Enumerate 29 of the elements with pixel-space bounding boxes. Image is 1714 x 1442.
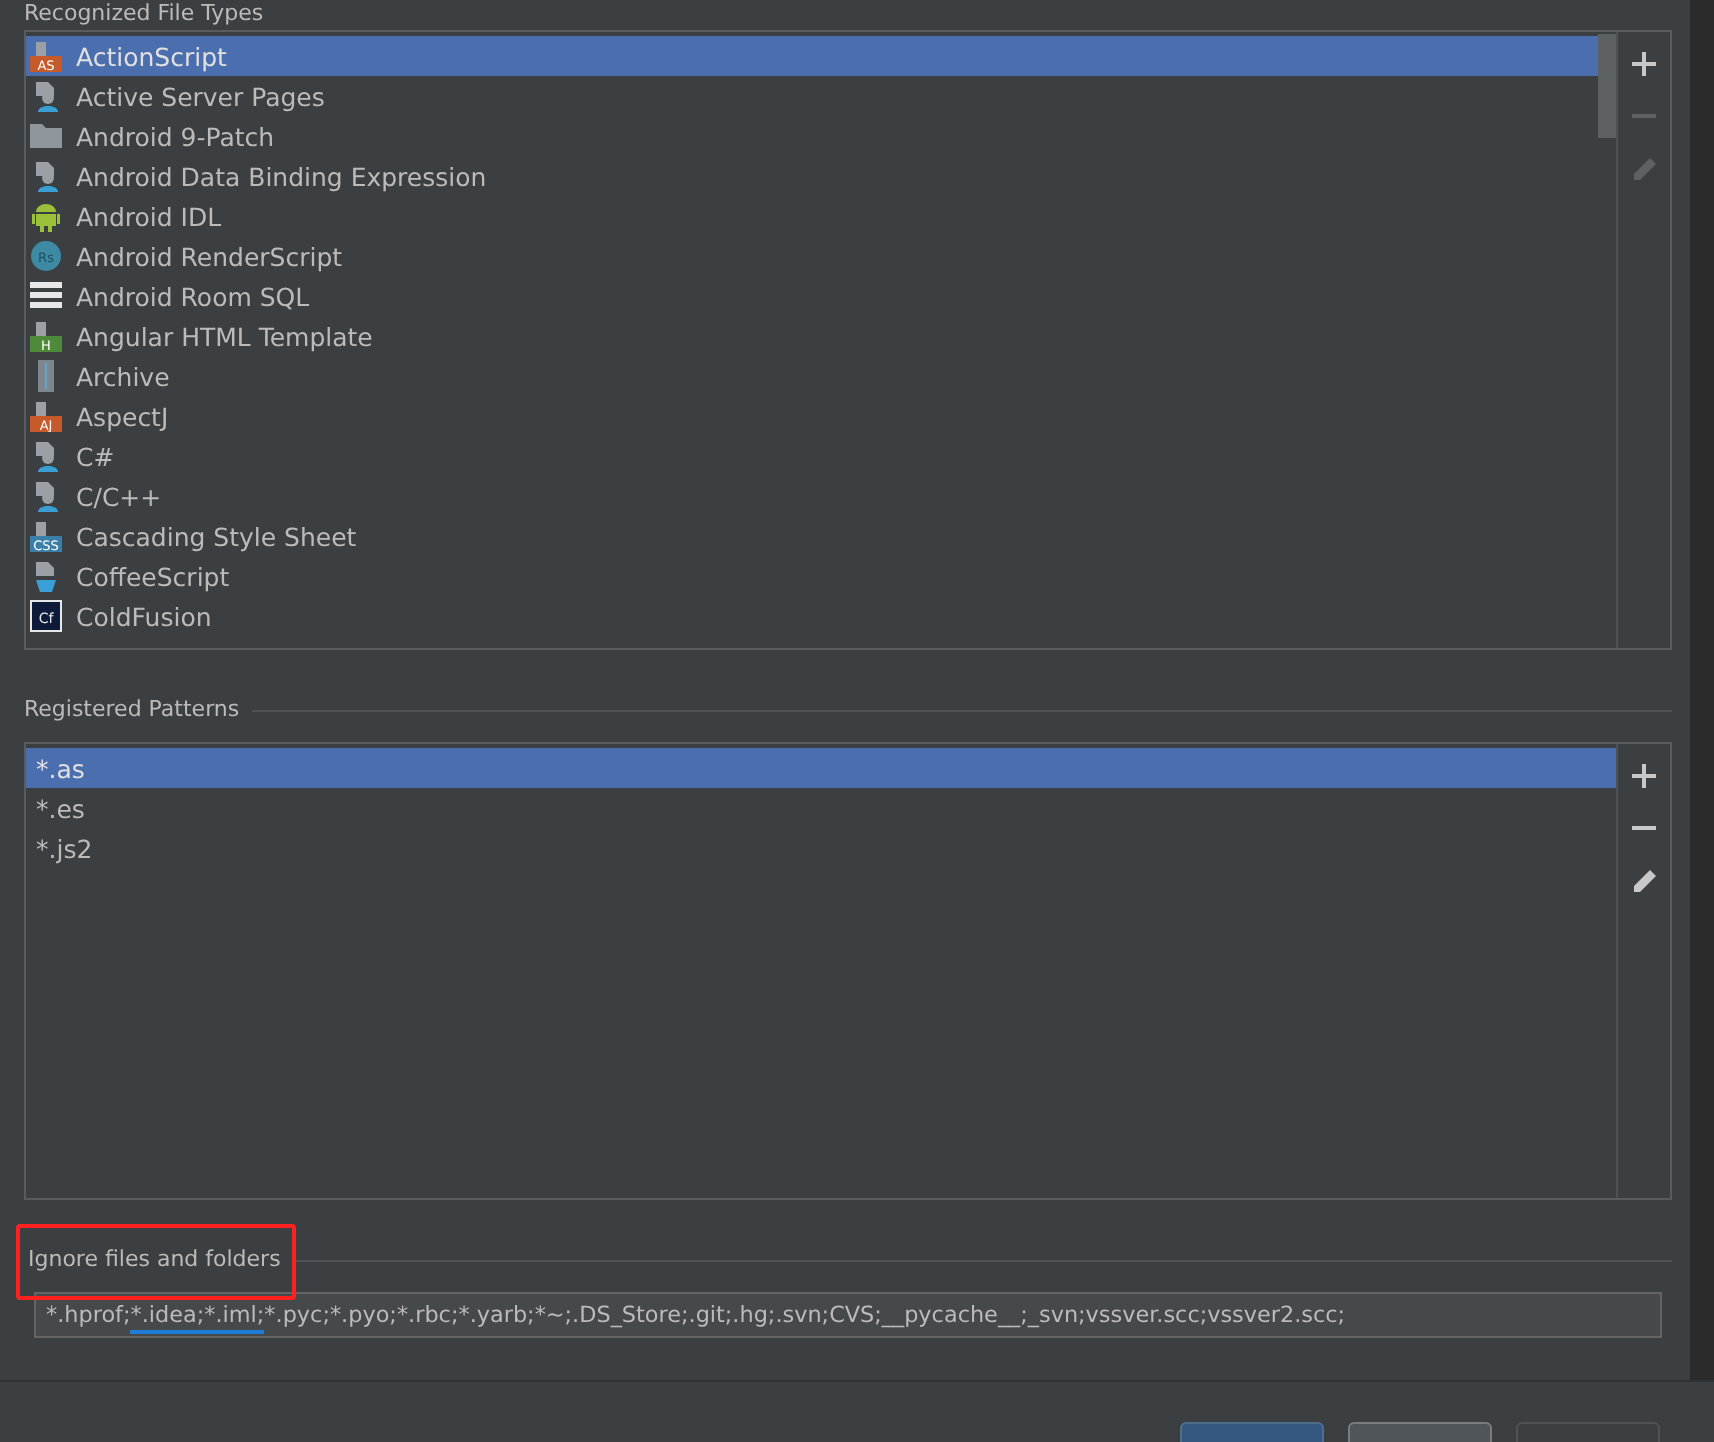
- ignore-field[interactable]: *.hprof;*.idea;*.iml;*.pyc;*.pyo;*.rbc;*.yarb;*~;.DS_Store;.git;.hg;.svn;CVS;__pycache__;_svn;vssver.scc;vssver2.scc;: [34, 1292, 1662, 1338]
- scrollbar[interactable]: [1598, 34, 1616, 138]
- plus-icon: [1632, 764, 1656, 788]
- file-type-item[interactable]: Android Data Binding Expression: [26, 156, 1598, 196]
- file-user-icon: [30, 440, 62, 472]
- file-user-icon: [30, 160, 62, 192]
- file-type-item[interactable]: Android Room SQL: [26, 276, 1598, 316]
- file-type-item[interactable]: Android 9-Patch: [26, 116, 1598, 156]
- android-icon: [30, 200, 62, 232]
- file-type-item[interactable]: Android IDL: [26, 196, 1598, 236]
- file-type-item[interactable]: Archive: [26, 356, 1598, 396]
- file-type-item[interactable]: CoffeeScript: [26, 556, 1598, 596]
- file-type-item[interactable]: C/C++: [26, 476, 1598, 516]
- table-icon: [30, 280, 62, 312]
- pencil-icon: [1631, 155, 1657, 181]
- pattern-item[interactable]: *.js2: [26, 828, 1616, 868]
- section-title: Registered Patterns: [24, 696, 240, 724]
- file-type-item[interactable]: Active Server Pages: [26, 76, 1598, 116]
- section-title: Recognized File Types: [24, 0, 264, 28]
- file-user-icon: [30, 480, 62, 512]
- folder-icon: [30, 120, 62, 152]
- file-user-icon: [30, 80, 62, 112]
- cup-icon: [30, 560, 62, 592]
- pattern-item[interactable]: *.as: [26, 748, 1616, 788]
- plus-icon: [1632, 52, 1656, 76]
- pattern-item[interactable]: *.es: [26, 788, 1616, 828]
- pencil-icon: [1631, 867, 1657, 893]
- file-type-item[interactable]: C#: [26, 436, 1598, 476]
- section-title: Ignore files and folders: [28, 1246, 281, 1272]
